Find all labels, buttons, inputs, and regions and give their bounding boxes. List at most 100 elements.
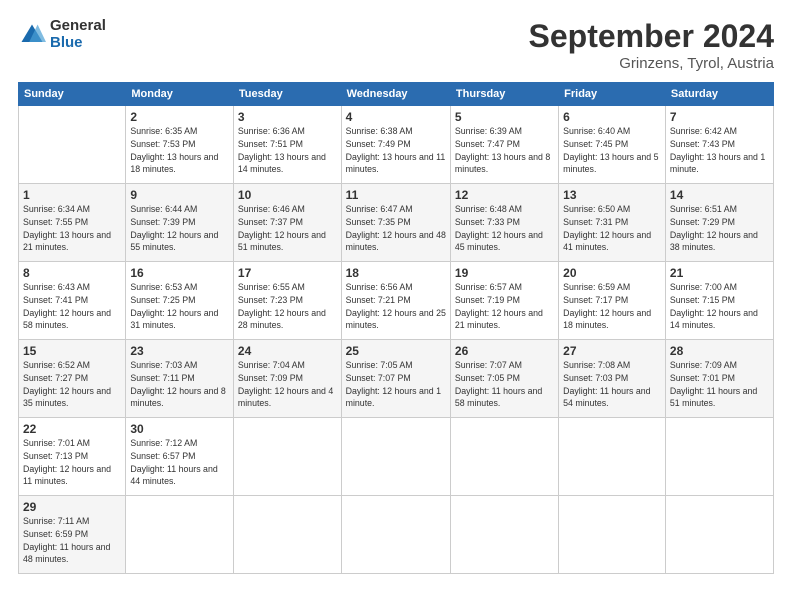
day-number: 10 [238, 188, 337, 202]
logo-blue: Blue [50, 35, 106, 52]
calendar-week-row: 29 Sunrise: 7:11 AMSunset: 6:59 PMDaylig… [19, 496, 774, 574]
col-saturday: Saturday [665, 83, 773, 106]
day-info: Sunrise: 7:05 AMSunset: 7:07 PMDaylight:… [346, 359, 446, 410]
calendar-cell: 23 Sunrise: 7:03 AMSunset: 7:11 PMDaylig… [126, 340, 234, 418]
day-number: 28 [670, 344, 769, 358]
calendar-cell [665, 418, 773, 496]
col-tuesday: Tuesday [233, 83, 341, 106]
calendar-cell: 26 Sunrise: 7:07 AMSunset: 7:05 PMDaylig… [450, 340, 558, 418]
calendar-cell: 20 Sunrise: 6:59 AMSunset: 7:17 PMDaylig… [559, 262, 666, 340]
day-number: 9 [130, 188, 229, 202]
day-info: Sunrise: 7:07 AMSunset: 7:05 PMDaylight:… [455, 359, 554, 410]
col-monday: Monday [126, 83, 234, 106]
day-number: 24 [238, 344, 337, 358]
col-sunday: Sunday [19, 83, 126, 106]
page: General Blue September 2024 Grinzens, Ty… [0, 0, 792, 612]
calendar-cell: 25 Sunrise: 7:05 AMSunset: 7:07 PMDaylig… [341, 340, 450, 418]
day-number: 23 [130, 344, 229, 358]
day-info: Sunrise: 6:39 AMSunset: 7:47 PMDaylight:… [455, 125, 554, 176]
calendar-week-row: 1 Sunrise: 6:34 AMSunset: 7:55 PMDayligh… [19, 184, 774, 262]
col-friday: Friday [559, 83, 666, 106]
day-info: Sunrise: 6:43 AMSunset: 7:41 PMDaylight:… [23, 281, 121, 332]
calendar-cell: 8 Sunrise: 6:43 AMSunset: 7:41 PMDayligh… [19, 262, 126, 340]
calendar-cell: 29 Sunrise: 7:11 AMSunset: 6:59 PMDaylig… [19, 496, 126, 574]
day-number: 18 [346, 266, 446, 280]
col-thursday: Thursday [450, 83, 558, 106]
day-number: 15 [23, 344, 121, 358]
day-info: Sunrise: 6:55 AMSunset: 7:23 PMDaylight:… [238, 281, 337, 332]
calendar-cell: 2 Sunrise: 6:35 AMSunset: 7:53 PMDayligh… [126, 106, 234, 184]
day-info: Sunrise: 6:36 AMSunset: 7:51 PMDaylight:… [238, 125, 337, 176]
day-number: 22 [23, 422, 121, 436]
calendar-cell [559, 418, 666, 496]
day-number: 1 [23, 188, 121, 202]
calendar-cell: 10 Sunrise: 6:46 AMSunset: 7:37 PMDaylig… [233, 184, 341, 262]
calendar-cell: 3 Sunrise: 6:36 AMSunset: 7:51 PMDayligh… [233, 106, 341, 184]
calendar-cell [126, 496, 234, 574]
header: General Blue September 2024 Grinzens, Ty… [18, 18, 774, 72]
day-info: Sunrise: 7:03 AMSunset: 7:11 PMDaylight:… [130, 359, 229, 410]
day-number: 11 [346, 188, 446, 202]
calendar-header-row: Sunday Monday Tuesday Wednesday Thursday… [19, 83, 774, 106]
logo-icon [18, 21, 46, 49]
day-number: 30 [130, 422, 229, 436]
day-number: 7 [670, 110, 769, 124]
day-number: 27 [563, 344, 661, 358]
calendar-week-row: 15 Sunrise: 6:52 AMSunset: 7:27 PMDaylig… [19, 340, 774, 418]
day-info: Sunrise: 6:46 AMSunset: 7:37 PMDaylight:… [238, 203, 337, 254]
calendar-cell: 9 Sunrise: 6:44 AMSunset: 7:39 PMDayligh… [126, 184, 234, 262]
calendar-cell: 21 Sunrise: 7:00 AMSunset: 7:15 PMDaylig… [665, 262, 773, 340]
day-info: Sunrise: 6:52 AMSunset: 7:27 PMDaylight:… [23, 359, 121, 410]
day-number: 8 [23, 266, 121, 280]
calendar-cell: 30 Sunrise: 7:12 AMSunset: 6:57 PMDaylig… [126, 418, 234, 496]
logo-text: General Blue [50, 18, 106, 51]
day-info: Sunrise: 6:35 AMSunset: 7:53 PMDaylight:… [130, 125, 229, 176]
calendar-cell [341, 496, 450, 574]
day-info: Sunrise: 6:42 AMSunset: 7:43 PMDaylight:… [670, 125, 769, 176]
calendar-cell [233, 496, 341, 574]
calendar-cell [19, 106, 126, 184]
calendar-cell [559, 496, 666, 574]
day-info: Sunrise: 7:00 AMSunset: 7:15 PMDaylight:… [670, 281, 769, 332]
day-info: Sunrise: 7:12 AMSunset: 6:57 PMDaylight:… [130, 437, 229, 488]
calendar-cell: 16 Sunrise: 6:53 AMSunset: 7:25 PMDaylig… [126, 262, 234, 340]
logo-general: General [50, 18, 106, 35]
day-number: 25 [346, 344, 446, 358]
calendar-cell [665, 496, 773, 574]
day-info: Sunrise: 7:01 AMSunset: 7:13 PMDaylight:… [23, 437, 121, 488]
day-info: Sunrise: 6:34 AMSunset: 7:55 PMDaylight:… [23, 203, 121, 254]
calendar-cell: 13 Sunrise: 6:50 AMSunset: 7:31 PMDaylig… [559, 184, 666, 262]
title-section: September 2024 Grinzens, Tyrol, Austria [529, 18, 774, 72]
month-title: September 2024 [529, 18, 774, 55]
calendar-cell: 6 Sunrise: 6:40 AMSunset: 7:45 PMDayligh… [559, 106, 666, 184]
calendar-cell [341, 418, 450, 496]
day-info: Sunrise: 7:11 AMSunset: 6:59 PMDaylight:… [23, 515, 121, 566]
calendar-cell: 4 Sunrise: 6:38 AMSunset: 7:49 PMDayligh… [341, 106, 450, 184]
day-info: Sunrise: 6:50 AMSunset: 7:31 PMDaylight:… [563, 203, 661, 254]
day-number: 13 [563, 188, 661, 202]
calendar-cell: 11 Sunrise: 6:47 AMSunset: 7:35 PMDaylig… [341, 184, 450, 262]
day-number: 20 [563, 266, 661, 280]
day-info: Sunrise: 7:04 AMSunset: 7:09 PMDaylight:… [238, 359, 337, 410]
calendar: Sunday Monday Tuesday Wednesday Thursday… [18, 82, 774, 574]
day-number: 19 [455, 266, 554, 280]
calendar-cell: 22 Sunrise: 7:01 AMSunset: 7:13 PMDaylig… [19, 418, 126, 496]
day-number: 14 [670, 188, 769, 202]
day-number: 29 [23, 500, 121, 514]
day-info: Sunrise: 7:08 AMSunset: 7:03 PMDaylight:… [563, 359, 661, 410]
day-number: 2 [130, 110, 229, 124]
calendar-cell: 19 Sunrise: 6:57 AMSunset: 7:19 PMDaylig… [450, 262, 558, 340]
calendar-cell [450, 496, 558, 574]
day-number: 5 [455, 110, 554, 124]
day-number: 12 [455, 188, 554, 202]
day-info: Sunrise: 6:57 AMSunset: 7:19 PMDaylight:… [455, 281, 554, 332]
day-info: Sunrise: 6:47 AMSunset: 7:35 PMDaylight:… [346, 203, 446, 254]
col-wednesday: Wednesday [341, 83, 450, 106]
calendar-cell: 5 Sunrise: 6:39 AMSunset: 7:47 PMDayligh… [450, 106, 558, 184]
calendar-cell: 15 Sunrise: 6:52 AMSunset: 7:27 PMDaylig… [19, 340, 126, 418]
calendar-cell [233, 418, 341, 496]
calendar-cell: 7 Sunrise: 6:42 AMSunset: 7:43 PMDayligh… [665, 106, 773, 184]
calendar-week-row: 8 Sunrise: 6:43 AMSunset: 7:41 PMDayligh… [19, 262, 774, 340]
location-title: Grinzens, Tyrol, Austria [529, 55, 774, 72]
day-info: Sunrise: 6:48 AMSunset: 7:33 PMDaylight:… [455, 203, 554, 254]
